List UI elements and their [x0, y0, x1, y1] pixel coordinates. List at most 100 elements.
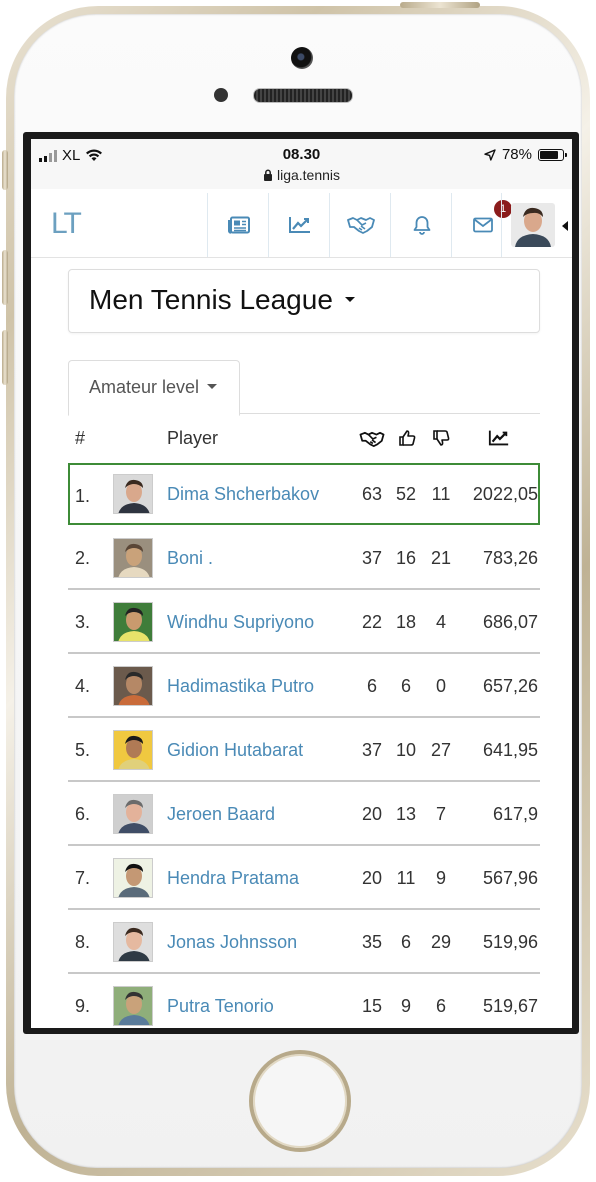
nav-notifications[interactable] — [390, 193, 452, 257]
proximity-sensor — [214, 88, 228, 102]
matches-cell: 22 — [361, 612, 383, 632]
rank-cell: 4. — [75, 676, 91, 696]
chart-line-icon[interactable] — [488, 429, 510, 452]
wins-cell: 11 — [396, 868, 416, 888]
matches-cell: 20 — [361, 804, 383, 824]
tab-amateur-level[interactable]: Amateur level — [68, 360, 240, 416]
rank-cell: 8. — [75, 932, 91, 952]
thumbs-up-icon[interactable] — [398, 429, 416, 452]
rank-cell: 2. — [75, 548, 91, 568]
nav-news[interactable] — [207, 193, 269, 257]
screen: XL 08.30 liga.tennis 78% LT 1 Men Tennis… — [31, 139, 572, 1028]
url-bar[interactable]: liga.tennis — [31, 167, 572, 183]
rating-cell: 686,07 — [482, 612, 538, 632]
rating-cell: 519,67 — [482, 996, 538, 1016]
row-divider — [68, 780, 540, 782]
player-avatar[interactable] — [113, 474, 153, 514]
nav-stats[interactable] — [268, 193, 330, 257]
status-bar: XL 08.30 liga.tennis 78% — [31, 139, 572, 189]
logo[interactable]: LT — [51, 207, 82, 241]
matches-cell: 15 — [361, 996, 383, 1016]
player-avatar[interactable] — [113, 794, 153, 834]
battery-percent: 78% — [501, 146, 532, 163]
caret-down-icon — [207, 383, 218, 389]
table-row[interactable]: 6. Jeroen Baard 20 13 7 617,9 — [68, 783, 540, 846]
table-row[interactable]: 8. Jonas Johnsson 35 6 29 519,96 — [68, 911, 540, 974]
table-row[interactable]: 2. Boni . 37 16 21 783,26 — [68, 527, 540, 590]
table-row[interactable]: 5. Gidion Hutabarat 37 10 27 641,95 — [68, 719, 540, 782]
player-name-link[interactable]: Jeroen Baard — [167, 783, 275, 845]
player-name-link[interactable]: Dima Shcherbakov — [167, 463, 319, 525]
header-player: Player — [167, 428, 219, 448]
player-name-link[interactable]: Windhu Supriyono — [167, 591, 314, 653]
player-name-link[interactable]: Hadimastika Putro — [167, 655, 314, 717]
home-button[interactable] — [249, 1050, 351, 1152]
rank-cell: 5. — [75, 740, 91, 760]
handshake-icon — [346, 217, 375, 234]
nav-matches[interactable] — [329, 193, 391, 257]
matches-cell: 6 — [366, 676, 377, 696]
table-row[interactable]: 9. Putra Tenorio 15 9 6 519,67 — [68, 975, 540, 1028]
rating-cell: 657,26 — [482, 676, 538, 696]
rating-cell: 2022,05 — [472, 484, 538, 504]
player-avatar[interactable] — [113, 602, 153, 642]
front-camera-icon — [291, 47, 313, 69]
league-title-text: Men Tennis League — [89, 284, 333, 315]
player-name-link[interactable]: Boni . — [167, 527, 213, 589]
location-arrow-icon — [484, 148, 496, 161]
player-avatar[interactable] — [113, 730, 153, 770]
player-avatar[interactable] — [113, 922, 153, 962]
rating-cell: 783,26 — [482, 548, 538, 568]
player-name-link[interactable]: Putra Tenorio — [167, 975, 274, 1028]
caret-left-icon — [562, 221, 568, 231]
volume-down-button — [2, 330, 8, 385]
player-name-link[interactable]: Jonas Johnsson — [167, 911, 297, 973]
chart-line-icon — [288, 217, 310, 233]
row-divider — [68, 716, 540, 718]
handshake-icon[interactable] — [359, 431, 385, 452]
row-divider — [68, 972, 540, 974]
rating-cell: 617,9 — [492, 804, 538, 824]
matches-cell: 20 — [361, 868, 383, 888]
rating-cell: 641,95 — [482, 740, 538, 760]
table-row[interactable]: 7. Hendra Pratama 20 11 9 567,96 — [68, 847, 540, 910]
newspaper-icon — [227, 216, 250, 234]
matches-cell: 37 — [361, 548, 383, 568]
row-divider — [68, 908, 540, 910]
wins-cell: 6 — [400, 932, 411, 952]
rating-cell: 567,96 — [482, 868, 538, 888]
tab-label-text: Amateur level — [89, 377, 200, 397]
lock-icon — [263, 169, 272, 181]
row-divider — [68, 844, 540, 846]
table-row[interactable]: 3. Windhu Supriyono 22 18 4 686,07 — [68, 591, 540, 654]
matches-cell: 63 — [361, 484, 383, 504]
player-avatar[interactable] — [113, 666, 153, 706]
wins-cell: 10 — [395, 740, 417, 760]
rank-cell: 3. — [75, 612, 91, 632]
wins-cell: 52 — [395, 484, 417, 504]
player-avatar[interactable] — [113, 538, 153, 578]
rating-cell: 519,96 — [482, 932, 538, 952]
league-dropdown[interactable]: Men Tennis League — [68, 269, 540, 333]
earpiece-speaker — [253, 88, 353, 103]
thumbs-down-icon[interactable] — [432, 429, 450, 452]
matches-cell: 37 — [361, 740, 383, 760]
row-divider — [68, 588, 540, 590]
wins-cell: 9 — [400, 996, 411, 1016]
player-avatar[interactable] — [113, 986, 153, 1026]
avatar[interactable] — [511, 203, 555, 247]
table-row[interactable]: 1. Dima Shcherbakov 63 52 11 2022,05 — [68, 463, 540, 525]
player-avatar[interactable] — [113, 858, 153, 898]
envelope-icon — [472, 217, 493, 233]
power-button — [400, 2, 480, 8]
bell-icon — [413, 216, 430, 235]
table-row[interactable]: 4. Hadimastika Putro 6 6 0 657,26 — [68, 655, 540, 718]
player-name-link[interactable]: Hendra Pratama — [167, 847, 299, 909]
wins-cell: 18 — [395, 612, 417, 632]
volume-up-button — [2, 250, 8, 305]
rank-cell: 7. — [75, 868, 91, 888]
wins-cell: 6 — [400, 676, 411, 696]
player-name-link[interactable]: Gidion Hutabarat — [167, 719, 303, 781]
rank-cell: 1. — [75, 486, 91, 506]
wins-cell: 13 — [395, 804, 417, 824]
